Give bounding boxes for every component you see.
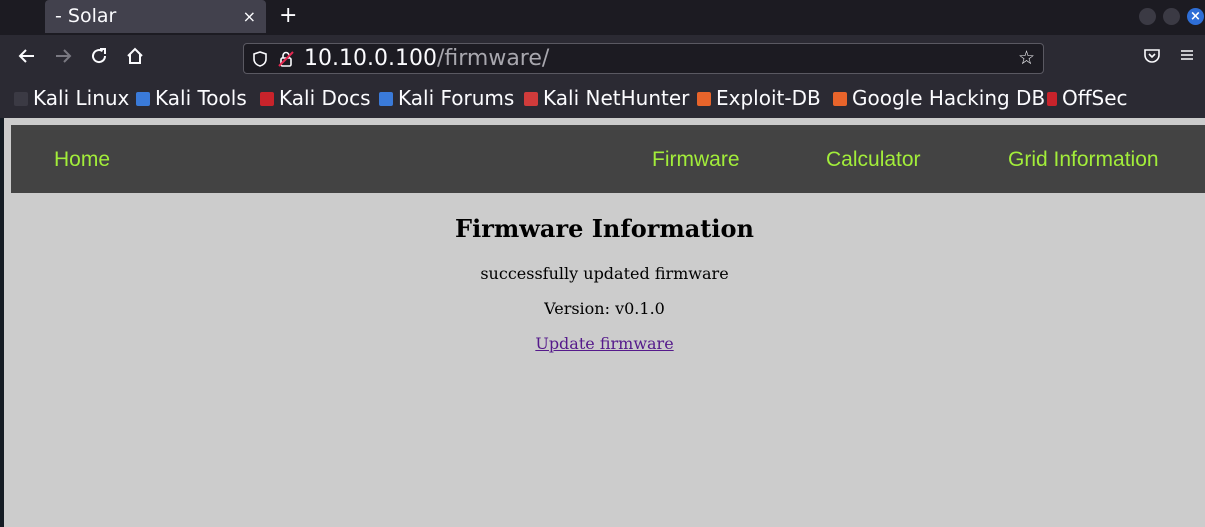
nav-toolbar: 10.10.0.100/firmware/ ☆ <box>0 35 1205 82</box>
tab-strip: - Solar × + × <box>0 0 1205 35</box>
menu-icon[interactable] <box>1176 46 1198 68</box>
nav-firmware-link[interactable]: Firmware <box>652 148 740 172</box>
back-arrow-icon[interactable] <box>16 46 38 68</box>
page-title: Firmware Information <box>455 214 754 243</box>
pocket-icon[interactable] <box>1141 46 1163 68</box>
close-window-button[interactable]: × <box>1187 8 1204 25</box>
nav-grid-information-link[interactable]: Grid Information <box>1008 148 1159 172</box>
bookmark-ghdb[interactable]: Google Hacking DB <box>833 86 1045 110</box>
status-message: successfully updated firmware <box>480 264 729 283</box>
ghdb-icon <box>833 92 847 106</box>
kali-tools-icon <box>136 92 150 106</box>
shield-icon[interactable] <box>251 50 269 68</box>
maximize-button[interactable] <box>1163 8 1180 25</box>
bookmarks-toolbar: Kali Linux Kali Tools Kali Docs Kali For… <box>0 82 1205 118</box>
bookmark-kali-tools[interactable]: Kali Tools <box>136 86 247 110</box>
firmware-version: Version: v0.1.0 <box>544 299 665 318</box>
kali-dragon-icon <box>14 92 28 106</box>
site-nav: Home Firmware Calculator Grid Informatio… <box>11 125 1205 193</box>
new-tab-button[interactable]: + <box>279 3 297 28</box>
bookmark-offsec[interactable]: OffSec <box>1047 86 1128 110</box>
bookmark-exploit-db[interactable]: Exploit-DB <box>697 86 821 110</box>
tab-solar[interactable]: - Solar × <box>45 0 266 33</box>
nav-calculator-link[interactable]: Calculator <box>826 148 921 172</box>
url-text[interactable]: 10.10.0.100/firmware/ <box>304 46 549 72</box>
exploit-db-icon <box>697 92 711 106</box>
main-content: Firmware Information successfully update… <box>4 193 1205 353</box>
bookmark-kali-linux[interactable]: Kali Linux <box>14 86 129 110</box>
bookmark-star-icon[interactable]: ☆ <box>1018 47 1035 69</box>
reload-icon[interactable] <box>88 46 110 68</box>
forward-arrow-icon[interactable] <box>52 46 74 68</box>
insecure-lock-icon[interactable] <box>277 50 295 68</box>
kali-docs-icon <box>260 92 274 106</box>
minimize-button[interactable] <box>1139 8 1156 25</box>
close-tab-icon[interactable]: × <box>243 7 256 26</box>
kali-forums-icon <box>379 92 393 106</box>
home-icon[interactable] <box>124 46 146 68</box>
kali-nethunter-icon <box>524 92 538 106</box>
update-firmware-link[interactable]: Update firmware <box>535 334 673 353</box>
bookmark-kali-nethunter[interactable]: Kali NetHunter <box>524 86 689 110</box>
offsec-icon <box>1047 92 1057 106</box>
bookmark-kali-docs[interactable]: Kali Docs <box>260 86 371 110</box>
tab-title: - Solar <box>55 5 117 27</box>
nav-home-link[interactable]: Home <box>54 148 110 172</box>
page-viewport: Home Firmware Calculator Grid Informatio… <box>4 118 1205 527</box>
address-bar[interactable]: 10.10.0.100/firmware/ ☆ <box>243 43 1044 74</box>
bookmark-kali-forums[interactable]: Kali Forums <box>379 86 514 110</box>
